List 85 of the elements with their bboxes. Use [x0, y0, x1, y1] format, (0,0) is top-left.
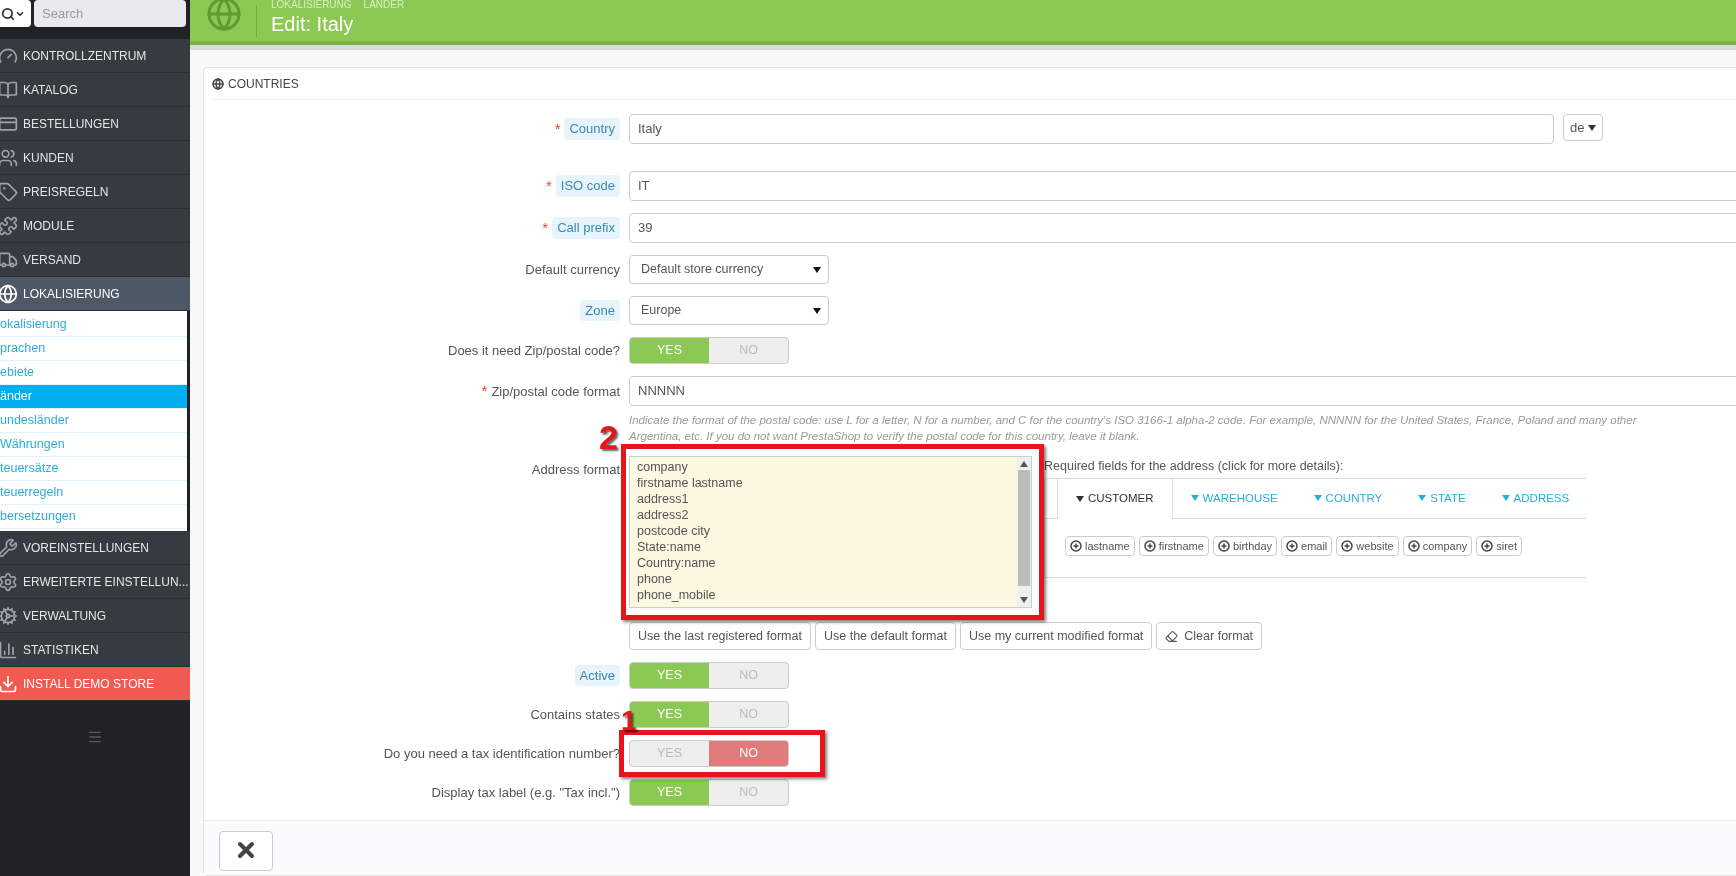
field-label: Do you need a tax identification number?	[383, 744, 620, 763]
required-asterisk: *	[554, 118, 561, 139]
caret-icon	[1190, 495, 1199, 502]
caret-icon	[1313, 495, 1322, 502]
add-field-button[interactable]: website	[1336, 535, 1399, 556]
sidebar-item[interactable]: KONTROLLZENTRUM	[0, 39, 190, 73]
page-title: Edit: Italy	[271, 11, 355, 37]
globe-icon	[206, 0, 242, 32]
sidebar-item[interactable]: BESTELLUNGEN	[0, 107, 190, 141]
sidebar-item[interactable]: STATISTIKEN	[0, 633, 190, 667]
field-label: Zone	[580, 299, 620, 322]
plus-icon	[1286, 539, 1299, 552]
text-field[interactable]: NNNNN	[629, 376, 1736, 406]
sidebar-item[interactable]: VOREINSTELLUNGEN	[0, 531, 190, 565]
plus-icon	[1481, 539, 1494, 552]
sidebar-item[interactable]: VERWALTUNG	[0, 599, 190, 633]
caret-icon	[1588, 124, 1597, 131]
plus-icon	[1407, 539, 1420, 552]
caret-icon	[1418, 495, 1427, 502]
eraser-icon	[1165, 629, 1179, 643]
field-label: Zip/postal code format	[491, 382, 620, 401]
text-field[interactable]: Italy	[629, 114, 1554, 144]
add-field-button[interactable]: email	[1281, 535, 1333, 556]
annotation-number: 2	[599, 420, 618, 454]
language-dropdown[interactable]: de	[1563, 114, 1604, 141]
panel-title: COUNTRIES	[228, 76, 299, 93]
format-button[interactable]: Use the last registered format	[629, 622, 811, 650]
gears-icon	[0, 571, 18, 592]
required-asterisk: *	[542, 217, 549, 238]
gear-icon	[0, 605, 18, 626]
plus-icon	[1217, 539, 1230, 552]
globe-icon	[212, 78, 224, 90]
field-label: Country	[564, 118, 620, 140]
tag-icon	[0, 181, 18, 202]
sidebar-item[interactable]: KUNDEN	[0, 141, 190, 175]
book-icon	[0, 79, 18, 100]
select-field[interactable]: Europe	[629, 296, 829, 325]
format-button[interactable]: Use the default format	[814, 622, 956, 650]
add-field-button[interactable]: lastname	[1065, 535, 1135, 556]
format-button[interactable]: Use my current modified format	[959, 622, 1153, 650]
users-icon	[0, 147, 18, 168]
plus-icon	[1341, 539, 1354, 552]
format-button[interactable]: Clear format	[1156, 622, 1263, 650]
field-label: Does it need Zip/postal code?	[448, 341, 620, 360]
help-text: Indicate the format of the postal code: use L for a letter, N for a number, and C for the country's ISO 3166-1 alpha-2 code. For example, NNNNN for the United States, France, Poland and many other	[629, 413, 1638, 428]
wrench-icon	[0, 537, 18, 558]
globe-icon	[0, 283, 18, 304]
sidebar-item[interactable]: MODULE	[0, 209, 190, 243]
caret-icon	[813, 266, 821, 273]
search-icon	[1, 6, 15, 21]
required-asterisk: *	[481, 381, 488, 401]
required-asterisk: *	[545, 175, 552, 196]
add-field-button[interactable]: company	[1402, 535, 1473, 556]
select-field[interactable]: Default store currency	[629, 255, 829, 284]
caret-icon	[813, 307, 821, 314]
add-field-button[interactable]: siret	[1476, 535, 1523, 556]
plus-icon	[1143, 539, 1156, 552]
field-label: Contains states	[530, 705, 620, 724]
help-text: Argentina, etc. If you do not want PrestaShop to verify the postal code for this country, leave it blank.	[629, 429, 1141, 444]
sidebar-item[interactable]: VERSAND	[0, 243, 190, 277]
add-field-button[interactable]: birthday	[1212, 535, 1278, 556]
plus-icon	[1070, 539, 1082, 552]
text-field[interactable]: IT	[629, 171, 1736, 201]
field-label: Display tax label (e.g. "Tax incl.")	[431, 783, 620, 802]
field-label: Call prefix	[552, 217, 620, 239]
text-field[interactable]: 39	[629, 213, 1736, 243]
puzzle-icon	[0, 215, 18, 236]
sidebar-item[interactable]: ERWEITERTE EINSTELLUN...	[0, 565, 190, 599]
caret-icon	[1076, 495, 1084, 502]
field-label: Active	[574, 664, 620, 687]
required-fields-title: Required fields for the address (click for more details):	[1044, 458, 1345, 475]
cancel-button[interactable]	[219, 831, 273, 871]
caret-icon	[1501, 495, 1510, 502]
field-label: ISO code	[555, 175, 620, 197]
field-label: Default currency	[525, 260, 620, 279]
bar-chart-icon	[0, 639, 18, 660]
field-label: Address format	[531, 461, 620, 479]
fields-tab[interactable]: CUSTOMER	[1057, 478, 1173, 519]
download-icon	[0, 673, 18, 694]
search-field[interactable]: Search	[34, 0, 186, 27]
search-menu-button[interactable]	[0, 0, 31, 27]
sidebar-item[interactable]: PREISREGELN	[0, 175, 190, 209]
sidebar-item[interactable]: LOKALISIERUNG	[0, 277, 190, 311]
add-field-button[interactable]: firstname	[1138, 535, 1209, 556]
sidebar-item[interactable]: KATALOG	[0, 73, 190, 107]
